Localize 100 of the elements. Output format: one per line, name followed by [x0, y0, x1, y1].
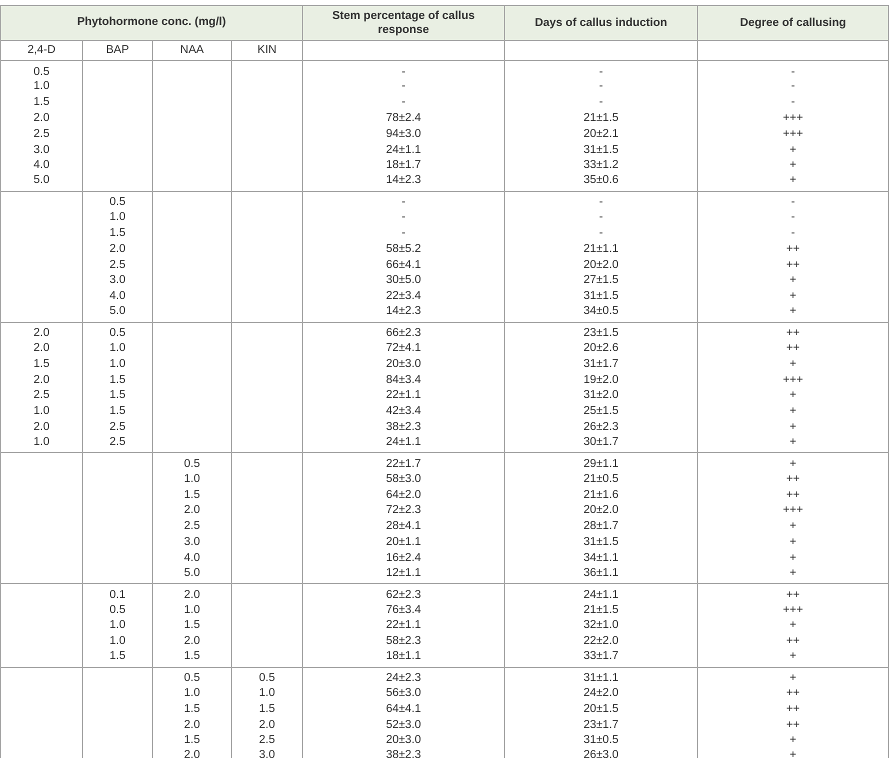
table-cell: - — [599, 80, 603, 92]
table-cell: - — [402, 211, 406, 224]
table-cell: 5.0 — [184, 566, 200, 579]
table-cell: 1.0 — [34, 405, 50, 418]
table-cell: 0.5 — [110, 327, 126, 340]
table-cell: 31±1.5 — [583, 290, 619, 302]
table-cell: 1.5 — [184, 619, 200, 632]
table-cell: + — [790, 358, 796, 370]
table-cell: 20±1.1 — [386, 536, 422, 548]
table-cell: 24±2.0 — [583, 686, 619, 699]
table-cell: + — [790, 290, 796, 302]
column-header: Degree of callusing — [698, 6, 888, 40]
table-cell: 31±2.0 — [583, 389, 619, 402]
table-cell: 25±1.5 — [583, 405, 619, 418]
table-cell: 2.0 — [184, 588, 200, 601]
table-cell: 1.5 — [184, 488, 200, 501]
table-cell: + — [790, 619, 796, 632]
table-cell: 1.5 — [184, 734, 200, 746]
table-cell: 34±1.1 — [583, 552, 619, 564]
table-cell: - — [599, 96, 603, 108]
table-cell: 2.5 — [259, 734, 275, 746]
table-cell: - — [402, 66, 406, 78]
table-cell: 28±1.7 — [583, 520, 619, 532]
table-cell: 0.5 — [184, 458, 200, 470]
table-cell: + — [790, 734, 796, 746]
table-cell: 84±3.4 — [386, 374, 422, 386]
table-cell: 2.0 — [110, 242, 126, 255]
table-cell: 2.0 — [184, 635, 200, 648]
table-cell: - — [402, 226, 406, 239]
table-cell: 1.5 — [184, 650, 200, 662]
table-cell: +++ — [782, 504, 804, 516]
table-cell: 66±2.3 — [386, 327, 422, 340]
table-cell: - — [791, 196, 795, 208]
table-cell: ++ — [786, 342, 800, 354]
table-cell: 3.0 — [110, 274, 126, 286]
table-cell: ++ — [786, 588, 800, 601]
table-cell: 28±4.1 — [386, 520, 422, 532]
table-cell: 0.5 — [259, 672, 275, 684]
table-cell: 0.5 — [110, 604, 126, 616]
table-cell: 5.0 — [110, 305, 126, 318]
table-cell: ++ — [786, 242, 800, 255]
table-cell: - — [599, 66, 603, 78]
table-cell: 1.0 — [110, 211, 126, 224]
table-cell: 22±1.1 — [386, 619, 422, 632]
table-cell: 24±1.1 — [386, 436, 422, 448]
table-cell: + — [790, 749, 796, 758]
table-cell: - — [791, 80, 795, 92]
table-cell: 27±1.5 — [583, 274, 619, 286]
table-cell: 1.0 — [110, 342, 126, 354]
table-cell: +++ — [782, 112, 804, 124]
table-cell: 2.0 — [34, 374, 50, 386]
table-cell: 2.5 — [34, 389, 50, 402]
table-cell: 18±1.1 — [386, 650, 422, 662]
table-cell: 1.0 — [184, 604, 200, 616]
table-cell: 23±1.5 — [583, 327, 619, 340]
table-cell: - — [599, 226, 603, 239]
table-cell: 22±2.0 — [583, 635, 619, 648]
table-cell: - — [599, 196, 603, 208]
table-cell: 29±1.1 — [583, 458, 619, 470]
table-cell: 2.5 — [184, 520, 200, 532]
table-cell: 1.0 — [110, 635, 126, 648]
table-cell: 33±1.2 — [583, 159, 619, 172]
table-cell: 1.0 — [34, 80, 50, 92]
table-cell: - — [791, 66, 795, 78]
table-cell: 58±2.3 — [386, 635, 422, 648]
table-cell: 2.0 — [184, 504, 200, 516]
table-cell: + — [790, 274, 796, 286]
table-cell: 30±1.7 — [583, 436, 619, 448]
table-cell: 0.5 — [34, 66, 50, 78]
table-cell: + — [790, 305, 796, 318]
table-cell: 34±0.5 — [583, 305, 619, 318]
table-cell: + — [790, 552, 796, 564]
table-cell: +++ — [782, 604, 804, 616]
table-cell: 64±4.1 — [386, 702, 422, 715]
table-cell: - — [599, 211, 603, 224]
table-cell: - — [402, 96, 406, 108]
table-cell: 31±1.7 — [583, 358, 619, 370]
table-cell: 72±2.3 — [386, 504, 422, 516]
table-cell: 20±2.0 — [583, 258, 619, 271]
table-cell: 2.5 — [34, 128, 50, 140]
table-cell: 1.5 — [110, 650, 126, 662]
table-cell: 20±2.1 — [583, 128, 619, 140]
table-cell: 1.5 — [259, 702, 275, 715]
column-header: KIN — [232, 40, 302, 60]
table-cell: + — [790, 650, 796, 662]
table-cell: 12±1.1 — [386, 566, 422, 579]
table-cell: 21±1.1 — [583, 242, 619, 255]
table-cell: + — [790, 144, 796, 156]
table-cell: 20±3.0 — [386, 734, 422, 746]
table-cell: - — [791, 226, 795, 239]
table-cell: + — [790, 672, 796, 684]
table-cell: 20±2.0 — [583, 504, 619, 516]
table-cell: ++ — [786, 327, 800, 340]
column-header: Stem percentage of callus response — [302, 6, 504, 40]
table-cell: 4.0 — [184, 552, 200, 564]
table-cell: + — [790, 420, 796, 433]
table-cell: 58±3.0 — [386, 472, 422, 485]
table-cell: 16±2.4 — [386, 552, 422, 564]
table-cell: ++ — [786, 686, 800, 699]
table-cell: + — [790, 566, 796, 579]
